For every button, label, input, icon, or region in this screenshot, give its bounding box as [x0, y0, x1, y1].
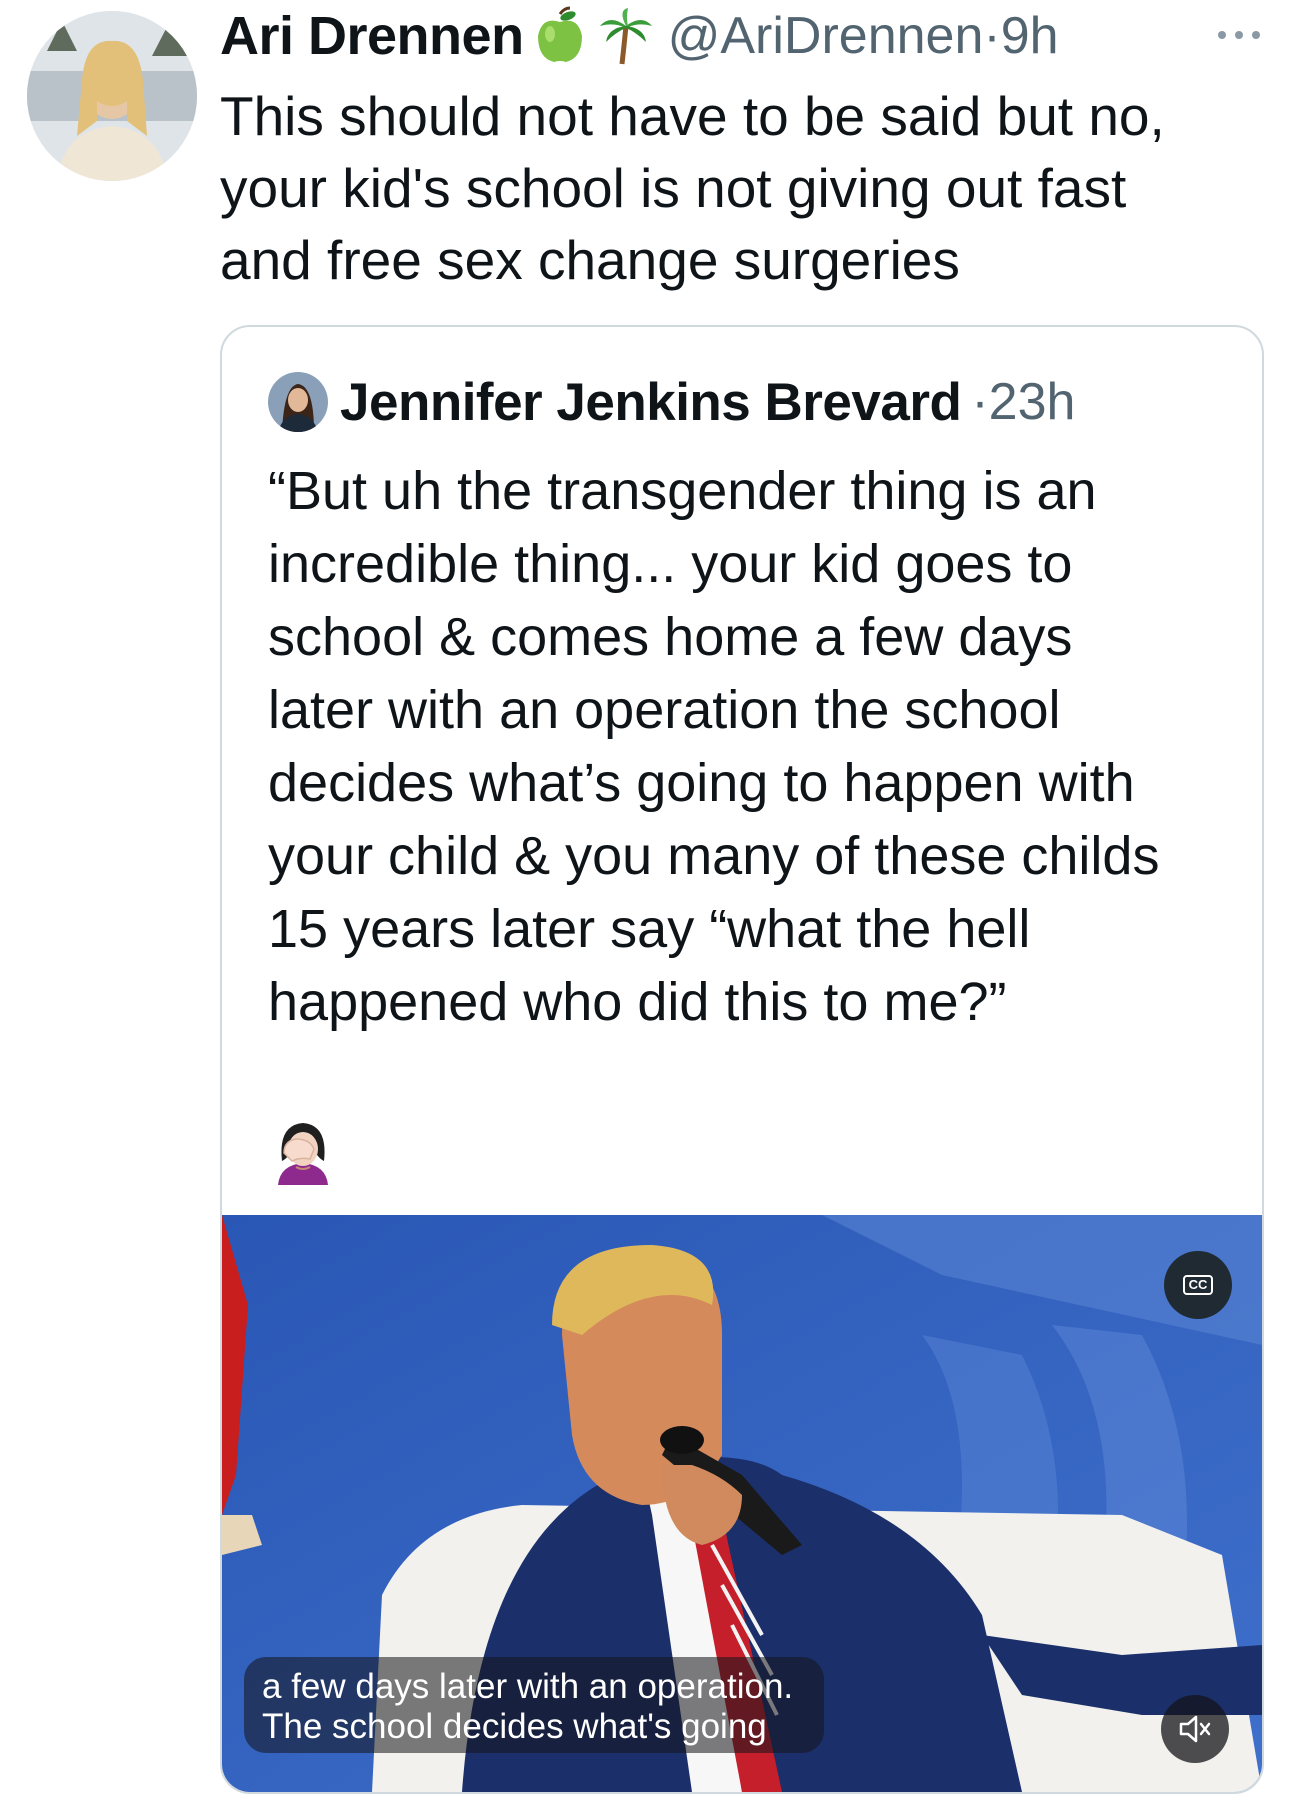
tweet-text-line: and free sex change surgeries: [220, 229, 960, 291]
tweet-text-line: This should not have to be said but no,: [220, 85, 1165, 147]
quoted-text-line: “But uh the transgender thing is an: [268, 461, 1097, 521]
palm-tree-icon: [596, 6, 656, 66]
quoted-text-line: incredible thing... your kid goes to: [268, 534, 1073, 594]
quoted-tweet-text: “But uh the transgender thing is an incr…: [268, 455, 1233, 1039]
quoted-tweet-time[interactable]: ·23h: [971, 372, 1075, 432]
author-avatar[interactable]: [27, 11, 197, 181]
cc-label: CC: [1182, 1275, 1214, 1295]
closed-captions-button[interactable]: CC: [1164, 1251, 1232, 1319]
woman-facepalming-icon: [270, 1117, 336, 1185]
quoted-author-name[interactable]: Jennifer Jenkins Brevard: [340, 372, 962, 433]
author-name[interactable]: Ari Drennen: [220, 5, 524, 67]
video-player[interactable]: CC a few days later with an operation. T…: [222, 1215, 1262, 1792]
caption-line: The school decides what's going: [262, 1707, 767, 1746]
volume-muted-icon: [1179, 1715, 1211, 1743]
quoted-text-line: decides what’s going to happen with: [268, 753, 1135, 813]
quoted-author-avatar[interactable]: [268, 372, 328, 432]
more-options-icon[interactable]: [1210, 20, 1268, 50]
apple-icon: [530, 6, 590, 66]
tweet-header: Ari Drennen @AriDrennen·9h: [220, 6, 1059, 66]
unmute-button[interactable]: [1161, 1695, 1229, 1763]
tweet-text-line: your kid's school is not giving out fast: [220, 157, 1127, 219]
quoted-text-line: school & comes home a few days: [268, 607, 1073, 667]
tweet-text: This should not have to be said but no, …: [220, 80, 1240, 296]
quoted-tweet-card[interactable]: Jennifer Jenkins Brevard ·23h “But uh th…: [220, 325, 1264, 1794]
quoted-text-line: 15 years later say “what the hell: [268, 899, 1031, 959]
quoted-text-line: later with an operation the school: [268, 680, 1061, 740]
quoted-tweet-header: Jennifer Jenkins Brevard ·23h: [268, 367, 1075, 437]
quoted-text-line: your child & you many of these childs: [268, 826, 1160, 886]
author-handle-time[interactable]: @AriDrennen·9h: [668, 6, 1059, 66]
caption-line: a few days later with an operation.: [262, 1667, 794, 1706]
quoted-text-line: happened who did this to me?”: [268, 972, 1007, 1032]
video-caption: a few days later with an operation. The …: [244, 1657, 824, 1753]
